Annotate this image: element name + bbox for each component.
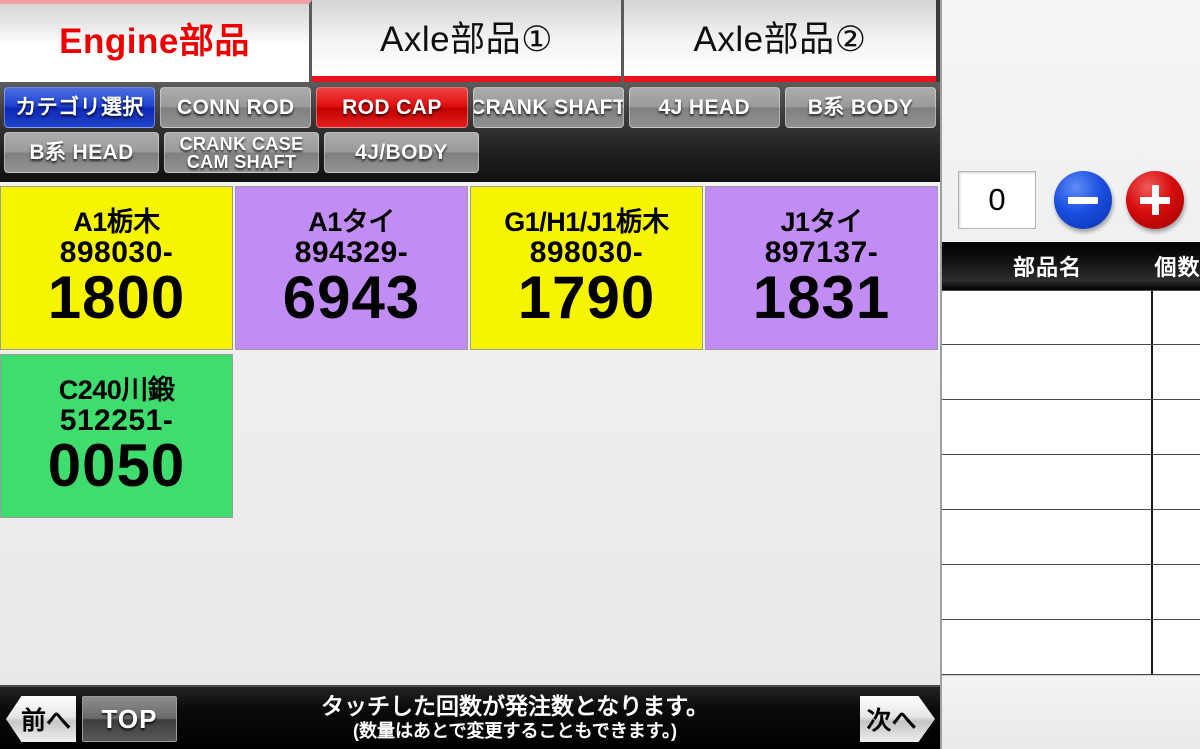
part-tile-number: 1790 bbox=[517, 264, 656, 332]
part-tile-number: 1831 bbox=[752, 264, 891, 332]
category-button[interactable]: 4J/BODY bbox=[324, 132, 479, 173]
table-row[interactable] bbox=[942, 455, 1200, 510]
category-button[interactable]: カテゴリ選択 bbox=[4, 87, 156, 128]
main-content-pane: Engine部品 Axle部品① Axle部品② カテゴリ選択 CONN ROD ROD… bbox=[0, 0, 940, 749]
table-row[interactable] bbox=[942, 290, 1200, 345]
cell-quantity bbox=[1153, 455, 1200, 509]
next-button-label: 次へ bbox=[866, 707, 917, 735]
plus-icon[interactable] bbox=[1126, 171, 1184, 229]
category-button[interactable]: B系 HEAD bbox=[4, 132, 159, 173]
order-side-panel: 0 部品名 個数 bbox=[940, 0, 1200, 749]
cell-quantity bbox=[1153, 345, 1200, 399]
table-row[interactable] bbox=[942, 510, 1200, 565]
part-tile-name: G1/H1/J1栃木 bbox=[504, 206, 669, 237]
category-button[interactable]: CONN ROD bbox=[160, 87, 312, 128]
tab-2[interactable]: Axle部品① bbox=[312, 0, 624, 82]
part-tile-name: A1栃木 bbox=[73, 206, 160, 237]
previous-button-label: 前へ bbox=[20, 707, 71, 735]
quantity-value: 0 bbox=[988, 182, 1006, 217]
cell-quantity bbox=[1153, 510, 1200, 564]
cell-part-name bbox=[942, 400, 1153, 454]
category-button[interactable]: 4J HEAD bbox=[628, 87, 780, 128]
category-button[interactable]: CRANK CASE CAM SHAFT bbox=[164, 132, 319, 173]
quantity-input[interactable]: 0 bbox=[958, 171, 1036, 229]
category-button[interactable]: CRANK SHAFT bbox=[472, 87, 624, 128]
part-tile-name: A1タイ bbox=[308, 206, 395, 237]
tab-label: Engine部品 bbox=[59, 22, 250, 61]
tab-label: Axle部品② bbox=[693, 20, 867, 59]
category-button[interactable]: B系 BODY bbox=[784, 87, 937, 128]
plus-glyph-vertical bbox=[1151, 185, 1159, 215]
hint-text: タッチした回数が発注数となります。 (数量はあとで変更することもできます。) bbox=[250, 692, 780, 742]
order-table-header: 部品名 個数 bbox=[942, 242, 1200, 290]
tab-3[interactable]: Axle部品② bbox=[624, 0, 936, 82]
part-tile[interactable]: A1タイ 894329- 6943 bbox=[235, 186, 468, 350]
part-tile-name: C240川鍛 bbox=[58, 374, 175, 405]
order-table-body bbox=[942, 290, 1200, 675]
category-button[interactable]: ROD CAP bbox=[316, 87, 468, 128]
part-tile[interactable]: C240川鍛 512251- 0050 bbox=[0, 354, 233, 518]
part-tile-name: J1タイ bbox=[780, 206, 863, 237]
column-header-part-name: 部品名 bbox=[1012, 255, 1082, 280]
cell-part-name bbox=[942, 510, 1153, 564]
cell-part-name bbox=[942, 620, 1153, 674]
cell-part-name bbox=[942, 291, 1153, 344]
table-row[interactable] bbox=[942, 565, 1200, 620]
part-tile[interactable]: J1タイ 897137- 1831 bbox=[705, 186, 938, 350]
part-tile[interactable]: G1/H1/J1栃木 898030- 1790 bbox=[470, 186, 703, 350]
table-row[interactable] bbox=[942, 400, 1200, 455]
part-tile-number: 0050 bbox=[47, 432, 186, 500]
table-row[interactable] bbox=[942, 345, 1200, 400]
part-tile-number: 1800 bbox=[47, 264, 186, 332]
table-row[interactable] bbox=[942, 620, 1200, 675]
cell-quantity bbox=[1153, 620, 1200, 674]
cell-quantity bbox=[1153, 291, 1200, 344]
minus-glyph bbox=[1068, 196, 1098, 204]
part-tile-grid: A1栃木 898030- 1800 A1タイ 894329- 6943 G1/H1/J1栃木… bbox=[0, 186, 940, 678]
part-tile[interactable]: A1栃木 898030- 1800 bbox=[0, 186, 233, 350]
cell-quantity bbox=[1153, 400, 1200, 454]
hint-line-1: タッチした回数が発注数となります。 bbox=[320, 693, 709, 719]
quantity-control-row: 0 bbox=[942, 165, 1200, 235]
cell-quantity bbox=[1153, 565, 1200, 619]
column-header-quantity: 個数 bbox=[1154, 255, 1200, 280]
minus-icon[interactable] bbox=[1054, 171, 1112, 229]
hint-line-2: (数量はあとで変更することもできます。) bbox=[353, 720, 677, 741]
part-tile-number: 6943 bbox=[282, 264, 421, 332]
cell-part-name bbox=[942, 455, 1153, 509]
category-row-2: B系 HEAD CRANK CASE CAM SHAFT 4J/BODY bbox=[4, 132, 936, 173]
app-root: Engine部品 Axle部品① Axle部品② カテゴリ選択 CONN ROD ROD… bbox=[0, 0, 1200, 749]
tab-label: Axle部品① bbox=[380, 20, 553, 59]
next-button[interactable]: 次へ bbox=[860, 696, 935, 742]
tab-bar: Engine部品 Axle部品① Axle部品② bbox=[0, 0, 940, 82]
tab-1[interactable]: Engine部品 bbox=[0, 0, 312, 82]
cell-part-name bbox=[942, 565, 1153, 619]
side-panel-footer bbox=[942, 675, 1200, 749]
bottom-toolbar: 前へ TOP タッチした回数が発注数となります。 (数量はあとで変更することもで… bbox=[0, 685, 940, 749]
category-row-1: カテゴリ選択 CONN ROD ROD CAP CRANK SHAFT 4J HEAD B… bbox=[4, 87, 937, 128]
previous-button[interactable]: 前へ bbox=[6, 696, 76, 742]
cell-part-name bbox=[942, 345, 1153, 399]
top-button[interactable]: TOP bbox=[82, 696, 177, 742]
category-button-strip: カテゴリ選択 CONN ROD ROD CAP CRANK SHAFT 4J HEAD B… bbox=[0, 82, 940, 182]
top-button-label: TOP bbox=[101, 703, 158, 734]
